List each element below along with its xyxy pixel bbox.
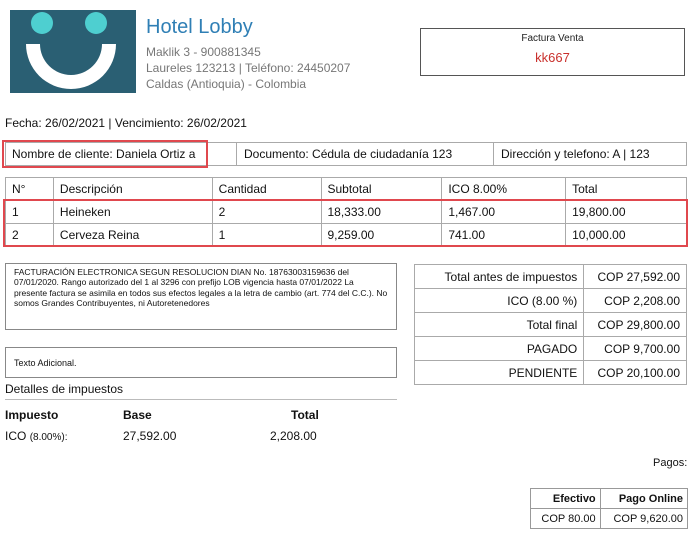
tax-row-base: 27,592.00 <box>123 429 177 443</box>
totals-value: COP 9,700.00 <box>583 336 687 361</box>
totals-row: Total final COP 29,800.00 <box>413 312 687 337</box>
totals-row: ICO (8.00 %) COP 2,208.00 <box>413 288 687 313</box>
tax-row-name: ICO (8.00%): <box>5 429 67 443</box>
tax-name: ICO <box>5 429 27 443</box>
payments-label: Pagos: <box>653 457 688 469</box>
totals-table: Total antes de impuestos COP 27,592.00 I… <box>413 264 687 385</box>
invoice-number: kk667 <box>535 50 570 65</box>
payment-online-value: COP 9,620.00 <box>599 508 689 529</box>
totals-row: PENDIENTE COP 20,100.00 <box>413 360 687 385</box>
tax-header-total: Total <box>291 408 319 422</box>
tax-header-tax: Impuesto <box>5 408 59 422</box>
client-document: Documento: Cédula de ciudadanía 123 <box>244 147 453 161</box>
client-divider <box>236 143 237 165</box>
invoice-label: Factura Venta <box>521 33 584 44</box>
items-header-row: N° Descripción Cantidad Subtotal ICO 8.0… <box>5 177 687 201</box>
totals-value: COP 29,800.00 <box>583 312 687 337</box>
totals-label: Total final <box>413 312 585 337</box>
col-quantity: Cantidad <box>211 177 322 201</box>
col-subtotal: Subtotal <box>320 177 443 201</box>
tax-header-base: Base <box>123 408 152 422</box>
items-highlight <box>3 199 688 247</box>
invoice-dates: Fecha: 26/02/2021 | Vencimiento: 26/02/2… <box>5 116 247 130</box>
totals-value: COP 20,100.00 <box>583 360 687 385</box>
totals-row: PAGADO COP 9,700.00 <box>413 336 687 361</box>
totals-row: Total antes de impuestos COP 27,592.00 <box>413 264 687 289</box>
payment-cash-value: COP 80.00 <box>530 508 601 529</box>
payment-online-header: Pago Online <box>599 488 689 509</box>
hotel-logo <box>10 10 136 93</box>
totals-label: Total antes de impuestos <box>413 264 585 289</box>
hotel-address-line3: Caldas (Antioquia) - Colombia <box>146 77 307 91</box>
tax-details-title: Detalles de impuestos <box>5 382 124 396</box>
additional-text: Texto Adicional. <box>5 347 397 378</box>
totals-value: COP 27,592.00 <box>583 264 687 289</box>
smiley-logo-icon <box>26 12 116 89</box>
hotel-address-line2: Laureles 123213 | Teléfono: 24450207 <box>146 61 351 75</box>
payments-header-row: Efectivo Pago Online <box>530 488 689 509</box>
legal-text: FACTURACIÓN ELECTRONICA SEGUN RESOLUCION… <box>5 263 397 330</box>
payments-table: Efectivo Pago Online COP 80.00 COP 9,620… <box>530 488 689 529</box>
totals-value: COP 2,208.00 <box>583 288 687 313</box>
client-divider <box>493 143 494 165</box>
col-description: Descripción <box>52 177 213 201</box>
hotel-name: Hotel Lobby <box>146 16 253 38</box>
col-ico: ICO 8.00% <box>441 177 567 201</box>
payments-row: COP 80.00 COP 9,620.00 <box>530 508 689 529</box>
totals-label: ICO (8.00 %) <box>413 288 585 313</box>
tax-details-divider <box>5 399 397 400</box>
col-total: Total <box>565 177 687 201</box>
col-number: N° <box>5 177 54 201</box>
tax-rate: (8.00%): <box>29 432 68 443</box>
totals-label: PAGADO <box>413 336 585 361</box>
payment-cash-header: Efectivo <box>530 488 601 509</box>
tax-row-total: 2,208.00 <box>270 429 317 443</box>
client-address: Dirección y telefono: A | 123 <box>501 147 650 161</box>
invoice-box: Factura Venta kk667 <box>420 28 685 76</box>
client-name-highlight <box>2 140 208 168</box>
totals-label: PENDIENTE <box>413 360 585 385</box>
hotel-address-line1: Maklik 3 - 900881345 <box>146 45 261 59</box>
